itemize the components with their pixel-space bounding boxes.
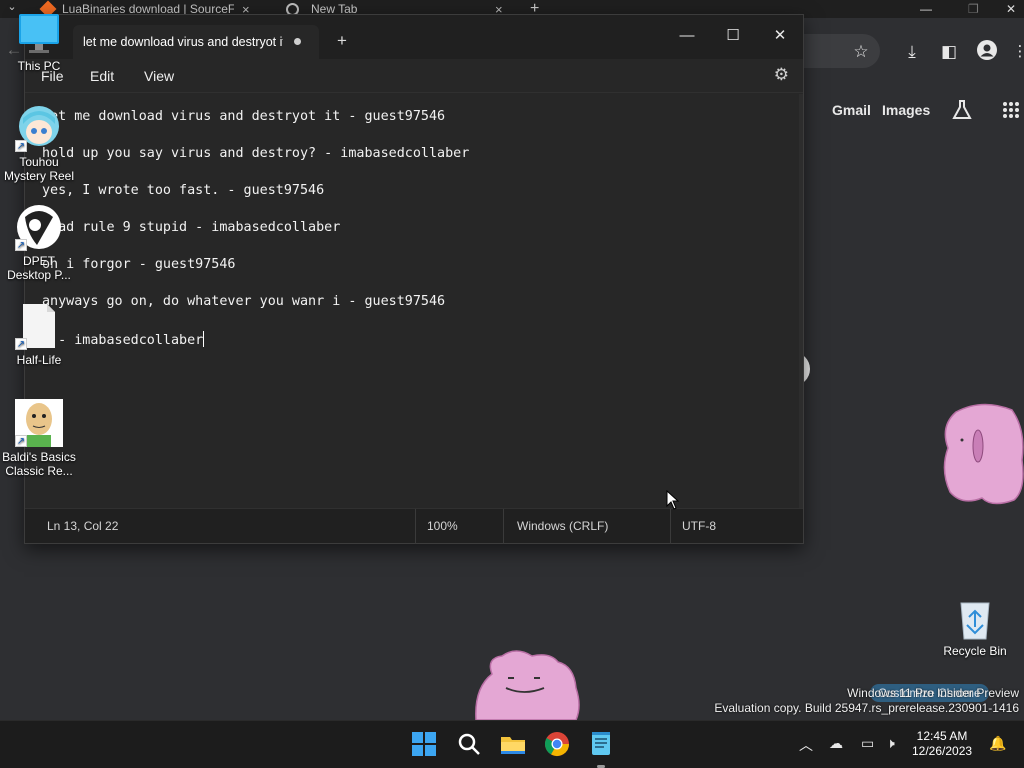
chrome-minimize-icon[interactable]: — (920, 0, 932, 18)
clock[interactable]: 12:45 AM 12/26/2023 (912, 729, 972, 759)
encoding: UTF-8 (682, 519, 716, 533)
chrome-restore-icon[interactable]: ❐ (968, 0, 979, 18)
network-icon[interactable]: ▭ (861, 735, 874, 752)
clock-date: 12/26/2023 (912, 744, 973, 758)
desktop-icon-this-pc[interactable]: This PC (1, 12, 77, 73)
gmail-link[interactable]: Gmail (832, 102, 871, 118)
notepad-tab-title: let me download virus and destryot it (83, 35, 283, 49)
chrome-close-icon[interactable]: ✕ (1006, 0, 1016, 18)
maximize-button[interactable]: ☐ (710, 21, 756, 51)
search-icon[interactable] (454, 729, 486, 761)
notepad-new-tab-button[interactable]: + (337, 31, 347, 51)
desktop-icon-label: Baldi's Basics Classic Re... (2, 450, 76, 478)
vertical-scrollbar[interactable] (799, 94, 803, 509)
downloads-icon[interactable]: ⤓ (900, 42, 924, 62)
notepad-icon[interactable] (586, 729, 618, 768)
desktop-icon-dpet[interactable]: ↗ DPET Desktop P... (1, 203, 77, 282)
minimize-button[interactable]: — (664, 21, 710, 51)
line-ending: Windows (CRLF) (517, 519, 609, 533)
labs-flask-icon[interactable] (950, 98, 974, 127)
windows-watermark: Windows 11 Pro Insider Preview Evaluatio… (714, 686, 1019, 716)
bookmark-star-icon[interactable]: ☆ (849, 42, 873, 62)
notepad-menubar: File Edit View ⚙ (25, 59, 803, 93)
desktop-icon-label: DPET Desktop P... (7, 254, 71, 282)
shortcut-arrow-icon: ↗ (15, 239, 27, 251)
recycle-bin-icon (953, 597, 997, 641)
text-line: let me download virus and destryot it - … (42, 109, 446, 124)
text-line: anyways go on, do whatever you wanr i - … (42, 294, 446, 309)
chrome-menu-icon[interactable]: ⋮ (1008, 42, 1024, 60)
text-line: hold up you say virus and destroy? - ima… (42, 146, 470, 161)
menu-view[interactable]: View (144, 68, 174, 84)
watermark-edition: Windows 11 Pro Insider Preview (847, 686, 1019, 700)
desktop-icon-label: Recycle Bin (943, 644, 1007, 658)
taskbar: ︿ ☁ ▭ 🕨 12:45 AM 12/26/2023 🔔 (0, 720, 1024, 768)
images-link[interactable]: Images (882, 102, 930, 118)
status-divider (503, 509, 504, 544)
clock-time: 12:45 AM (916, 729, 968, 743)
text-caret (203, 331, 205, 347)
profile-icon[interactable] (975, 40, 999, 65)
desktop-icon-touhou[interactable]: ↗ Touhou Mystery Reel (1, 104, 77, 183)
shortcut-arrow-icon: ↗ (15, 338, 27, 350)
desktop-icon-recycle-bin[interactable]: Recycle Bin (937, 597, 1013, 658)
file-explorer-icon[interactable] (498, 729, 530, 761)
unsaved-dot-icon (294, 38, 301, 45)
apps-grid-icon[interactable] (1002, 101, 1020, 124)
volume-muted-icon[interactable]: 🕨 (886, 735, 895, 752)
ditto-desktop-pet[interactable] (942, 400, 1024, 511)
close-button[interactable]: ✕ (757, 21, 803, 51)
notification-bell-icon[interactable]: 🔔 (989, 735, 1006, 752)
watermark-build: Evaluation copy. Build 25947.rs_prerelea… (714, 701, 1019, 715)
menu-edit[interactable]: Edit (90, 68, 114, 84)
settings-gear-icon[interactable]: ⚙ (774, 65, 789, 85)
zoom-level: 100% (427, 519, 458, 533)
monitor-icon (17, 12, 61, 56)
desktop-icon-label: Touhou Mystery Reel (3, 155, 74, 183)
touhou-character-icon: ↗ (15, 104, 63, 152)
desktop-icon-baldis-basics[interactable]: ↗ Baldi's Basics Classic Re... (1, 399, 77, 478)
desktop-icon-label: This PC (17, 59, 61, 73)
notepad-window: let me download virus and destryot it + … (24, 14, 804, 544)
dpet-icon: ↗ (15, 203, 63, 251)
desktop-icon-label: Half-Life (16, 353, 62, 367)
side-panel-icon[interactable]: ◧ (937, 42, 961, 62)
notepad-titlebar[interactable]: let me download virus and destryot it + … (25, 15, 803, 59)
baldi-icon: ↗ (15, 399, 63, 447)
chrome-icon[interactable] (542, 729, 574, 761)
text-editor[interactable]: let me download virus and destryot it - … (25, 94, 803, 509)
start-icon[interactable] (409, 729, 441, 761)
notepad-tab[interactable]: let me download virus and destryot it (73, 25, 319, 59)
ditto-desktop-pet[interactable] (472, 648, 582, 725)
blank-file-icon: ↗ (15, 302, 63, 350)
text-line: yes, I wrote too fast. - guest97546 (42, 183, 325, 198)
status-divider (415, 509, 416, 544)
shortcut-arrow-icon: ↗ (15, 435, 27, 447)
shortcut-arrow-icon: ↗ (15, 140, 27, 152)
show-hidden-icons-chevron-icon[interactable]: ︿ (799, 735, 813, 755)
mouse-pointer-icon (666, 489, 680, 515)
cursor-position: Ln 13, Col 22 (47, 519, 119, 533)
status-bar: Ln 13, Col 22 100% Windows (CRLF) UTF-8 (25, 508, 803, 544)
text-line: read rule 9 stupid - imabasedcollaber (42, 220, 341, 235)
desktop-icon-half-life[interactable]: ↗ Half-Life (1, 302, 77, 367)
cloud-offline-icon[interactable]: ☁ (829, 735, 843, 752)
